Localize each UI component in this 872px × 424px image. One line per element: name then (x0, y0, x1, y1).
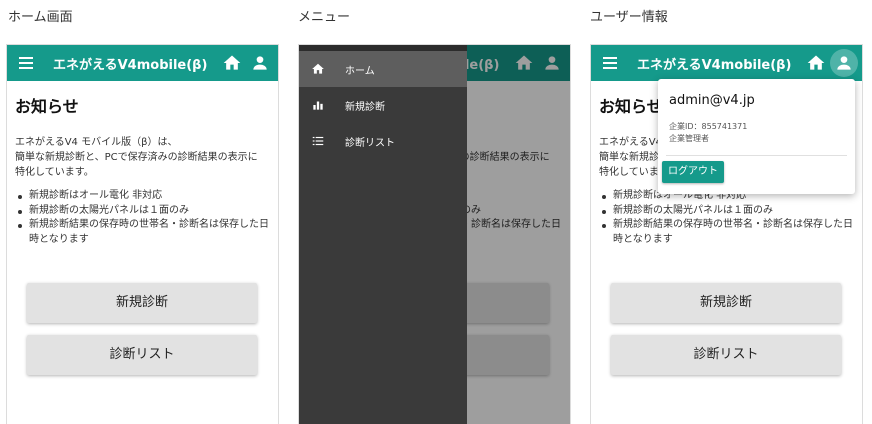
user-info-panel: エネがえるV4mobile(β) お知らせ エネがえるV4 モバイル版（β）は、… (590, 44, 863, 424)
app-title: エネがえるV4mobile(β) (637, 58, 792, 73)
intro-line: エネがえるV4 モバイル版（β）は、 (15, 137, 178, 148)
notice-bullet: 新規診断結果の保存時の世帯名・診断名は保存した日時となります (599, 218, 857, 247)
caption-menu: メニュー (298, 10, 351, 25)
caption-user-info: ユーザー情報 (590, 10, 668, 25)
drawer-item-label: 診断リスト (345, 138, 395, 149)
menu-panel: エネがえるV4mobile(β) お知らせ エネがえるV4 モバイル版（β）は、… (298, 44, 571, 424)
home-screen-panel: エネがえるV4mobile(β) お知らせ エネがえるV4 モバイル版（β）は、… (6, 44, 279, 424)
user-button[interactable] (830, 49, 858, 77)
user-role: 企業管理者 (669, 134, 709, 143)
notice-bullets: 新規診断はオール電化 非対応 新規診断の太陽光パネルは１面のみ 新規診断結果の保… (15, 189, 273, 247)
home-button[interactable] (222, 53, 242, 73)
home-icon (223, 55, 241, 70)
user-email: admin@v4.jp (669, 93, 755, 108)
user-button[interactable] (250, 53, 270, 73)
home-icon (807, 55, 825, 70)
list-icon (312, 136, 324, 146)
person-icon (837, 56, 851, 70)
notice-bullet: 新規診断結果の保存時の世帯名・診断名は保存した日時となります (15, 218, 273, 247)
new-diagnosis-button[interactable]: 新規診断 (27, 283, 257, 323)
bar-chart-icon (313, 101, 323, 110)
menu-button[interactable] (601, 54, 619, 72)
menu-button[interactable] (17, 54, 35, 72)
notice-title: お知らせ (599, 97, 663, 116)
person-icon (253, 56, 267, 70)
new-diagnosis-button[interactable]: 新規診断 (611, 283, 841, 323)
drawer-item-label: ホーム (345, 66, 375, 77)
notice-bullets: 新規診断はオール電化 非対応 新規診断の太陽光パネルは１面のみ 新規診断結果の保… (599, 189, 857, 247)
home-button[interactable] (806, 53, 826, 73)
intro-line: 特化しています。 (15, 167, 94, 178)
home-icon (312, 63, 324, 74)
app-bar: エネがえるV4mobile(β) (7, 45, 278, 81)
popup-divider (666, 155, 847, 156)
notice-title: お知らせ (15, 97, 79, 116)
diagnosis-list-button[interactable]: 診断リスト (611, 335, 841, 375)
app-bar: エネがえるV4mobile(β) (591, 45, 862, 81)
logout-button[interactable]: ログアウト (662, 161, 724, 183)
drawer-item-label: 新規診断 (345, 102, 385, 113)
company-id: 企業ID：855741371 (669, 122, 748, 131)
caption-home-screen: ホーム画面 (8, 10, 73, 25)
drawer-item-new-diagnosis[interactable]: 新規診断 (299, 87, 467, 123)
notice-intro: エネがえるV4 モバイル版（β）は、 簡単な新規診断と、PCで保存済みの診断結果… (15, 135, 277, 180)
user-info-popup: admin@v4.jp 企業ID：855741371 企業管理者 ログアウト (658, 79, 855, 194)
notice-bullet: 新規診断はオール電化 非対応 (15, 189, 273, 204)
intro-line: 簡単な新規診断と、PCで保存済みの診断結果の表示に (15, 152, 258, 163)
drawer-item-home[interactable]: ホーム (299, 51, 467, 87)
drawer-item-diagnosis-list[interactable]: 診断リスト (299, 123, 467, 159)
notice-bullet: 新規診断の太陽光パネルは１面のみ (15, 204, 273, 219)
nav-drawer: ホーム 新規診断 診断リスト (299, 45, 467, 424)
app-title: エネがえるV4mobile(β) (53, 58, 208, 73)
diagnosis-list-button[interactable]: 診断リスト (27, 335, 257, 375)
notice-bullet: 新規診断の太陽光パネルは１面のみ (599, 204, 857, 219)
